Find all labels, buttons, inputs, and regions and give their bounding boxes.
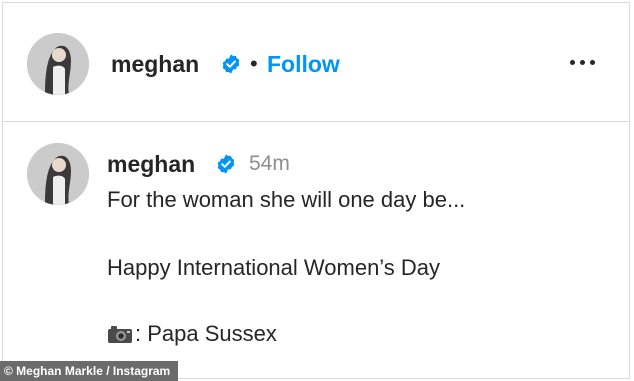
comment-username[interactable]: meghan — [107, 151, 195, 178]
more-options-icon[interactable] — [559, 47, 605, 77]
avatar-photo-icon — [27, 143, 89, 205]
instagram-post-card: meghan • Follow meghan 54m For the woman… — [2, 2, 630, 379]
caption-line-2: Happy International Women’s Day — [107, 255, 441, 280]
more-dot — [589, 59, 595, 65]
profile-avatar[interactable] — [27, 33, 89, 95]
comment-avatar[interactable] — [27, 143, 89, 205]
caption-line-3: : Papa Sussex — [107, 321, 277, 347]
verified-badge-icon — [217, 154, 235, 174]
avatar-photo-icon — [27, 33, 89, 95]
more-dot — [579, 59, 585, 65]
post-username[interactable]: meghan — [111, 51, 199, 78]
caption-credit-text: : Papa Sussex — [135, 321, 277, 346]
comment-timestamp[interactable]: 54m — [249, 152, 290, 176]
more-dot — [569, 59, 575, 65]
camera-emoji-icon — [108, 326, 132, 343]
separator-dot: • — [250, 51, 258, 76]
follow-button[interactable]: Follow — [267, 51, 340, 78]
image-credit: © Meghan Markle / Instagram — [0, 361, 179, 381]
verified-badge-icon — [222, 54, 240, 74]
caption-line-1: For the woman she will one day be... — [107, 187, 466, 212]
post-header: meghan • Follow — [3, 3, 629, 122]
